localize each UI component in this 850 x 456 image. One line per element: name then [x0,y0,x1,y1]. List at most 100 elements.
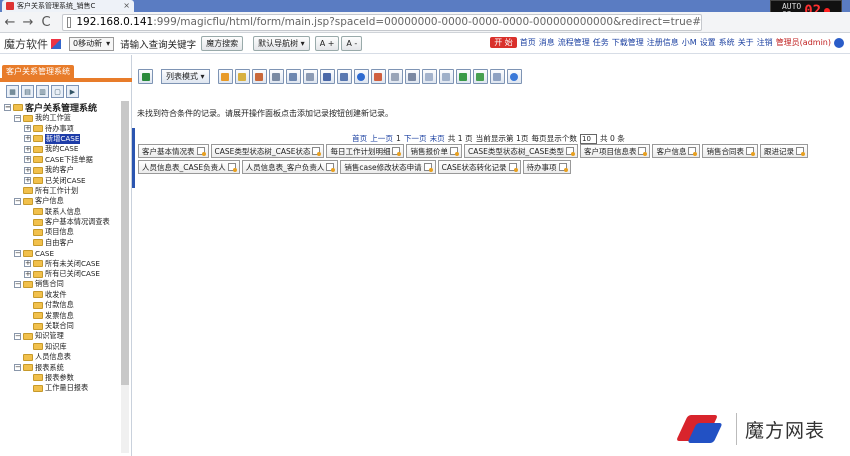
related-form-button[interactable]: 销售case修改状态申请 [340,160,436,174]
status-select[interactable]: 0移动新 ▾ [69,36,115,51]
tree-node[interactable]: − 我的工作篮 [4,113,120,123]
collapse-icon[interactable]: − [14,197,21,205]
tree-tool-icon[interactable]: ▥ [36,85,49,98]
expand-icon[interactable]: + [24,145,31,153]
tree-node[interactable]: 付款信息 [4,300,120,310]
link-settings[interactable]: 设置 [700,37,716,48]
tree-node[interactable]: 项目信息 [4,227,120,237]
tree-node[interactable]: 所有工作计划 [4,186,120,196]
grid-icon[interactable] [438,69,454,84]
window-icon[interactable] [489,69,505,84]
tree-node[interactable]: 自由客户 [4,238,120,248]
help-icon[interactable] [834,37,844,48]
add-icon[interactable] [217,69,233,84]
info-icon[interactable] [506,69,522,84]
related-form-button[interactable]: 销售报价单 [406,144,462,158]
tree-node[interactable]: 关联合同 [4,321,120,331]
filter-icon[interactable] [404,69,420,84]
link-xiaom[interactable]: 小M [682,37,697,48]
per-page-input[interactable]: 10 [580,133,598,144]
tree-node[interactable]: + CASE下挂单据 [4,155,120,165]
tree-node[interactable]: + 所有未关闭CASE [4,258,120,268]
related-form-button[interactable]: 客户信息 [652,144,701,158]
collapse-icon[interactable]: − [14,249,21,257]
related-form-button[interactable]: 每日工作计划明细 [326,144,405,158]
font-down-button[interactable]: A - [341,36,363,51]
tree-node[interactable]: + 待办事项 [4,123,120,133]
related-form-button[interactable]: 跟进记录 [759,144,808,158]
collapse-icon[interactable]: − [14,364,21,372]
pager-last[interactable]: 末页 [430,133,445,144]
start-button[interactable]: 开 始 [490,37,517,48]
tree-node[interactable]: + 已关闭CASE [4,175,120,185]
tree-node[interactable]: + 我的CASE [4,144,120,154]
tree-node[interactable]: 报表参数 [4,373,120,383]
link-tasks[interactable]: 任务 [593,37,609,48]
link-messages[interactable]: 消息 [539,37,555,48]
collapse-icon[interactable]: − [4,103,11,111]
expand-icon[interactable]: + [24,260,31,268]
tree-node[interactable]: − 报表系统 [4,362,120,372]
tree-node[interactable]: − 销售合同 [4,279,120,289]
tree-node[interactable]: 客户基本情况调查表 [4,217,120,227]
expand-icon[interactable]: + [24,270,31,278]
related-form-button[interactable]: CASE类型状态树_CASE状态 [210,144,325,158]
related-form-button[interactable]: 人员信息表_CASE负责人 [138,160,240,174]
link-about[interactable]: 关于 [738,37,754,48]
excel-icon[interactable] [138,69,153,84]
expand-icon[interactable]: + [24,125,31,133]
related-form-button[interactable]: 客户项目信息表 [579,144,651,158]
export-icon[interactable] [336,69,352,84]
copy-icon[interactable] [285,69,301,84]
tree-node[interactable]: 知识库 [4,342,120,352]
link-downloads[interactable]: 下载管理 [612,37,644,48]
tree-node[interactable]: 收发件 [4,290,120,300]
paste-icon[interactable] [302,69,318,84]
link-workflow[interactable]: 流程管理 [558,37,590,48]
tree-node[interactable]: 工作量日报表 [4,383,120,393]
tree-node[interactable]: − 知识管理 [4,331,120,341]
back-icon[interactable]: ← [2,14,18,30]
tree-node[interactable]: 发票信息 [4,310,120,320]
url-field[interactable]: 192.168.0.141 :999/magicflu/html/form/ma… [62,13,702,31]
mode-select[interactable]: 列表模式 ▾ [161,69,210,84]
tree-tool-icon[interactable]: ▦ [6,85,19,98]
link-home[interactable]: 首页 [520,37,536,48]
related-form-button[interactable]: 客户基本情况表 [138,144,209,158]
refresh-icon[interactable] [353,69,369,84]
forward-icon[interactable]: → [20,14,36,30]
link-logout[interactable]: 注销 [757,37,773,48]
font-up-button[interactable]: A + [314,36,340,51]
link-system[interactable]: 系统 [719,37,735,48]
tree-node[interactable]: + 新增CASE [4,133,120,144]
scrollbar-thumb[interactable] [121,101,129,385]
related-form-button[interactable]: CASE类型状态树_CASE类型 [463,144,578,158]
tree-tool-icon[interactable]: ▤ [21,85,34,98]
expand-icon[interactable]: + [24,156,31,164]
tree-tool-icon[interactable]: ▶ [66,85,79,98]
list-icon[interactable] [421,69,437,84]
expand-icon[interactable]: + [24,177,31,185]
reload-icon[interactable]: C [38,14,54,30]
search-hint[interactable]: 请输入查询关键字 [120,37,196,51]
related-form-button[interactable]: 人员信息表_客户负责人 [241,160,339,174]
browser-tab[interactable]: 客户关系管理系统_销售C × [2,0,134,12]
collapse-icon[interactable]: − [14,280,21,288]
print-icon[interactable] [268,69,284,84]
tree-node[interactable]: 联系人信息 [4,207,120,217]
tree-node[interactable]: − CASE [4,248,120,258]
pager-first[interactable]: 首页 [352,133,367,144]
tree-node[interactable]: + 我的客户 [4,165,120,175]
admin-user[interactable]: 管理员(admin) [776,37,831,48]
quicknav-button[interactable]: 默认导航树 ▾ [253,36,310,51]
tree-tool-icon[interactable]: ▢ [51,85,64,98]
search-button[interactable]: 魔方搜索 [201,36,244,51]
expand-icon[interactable]: + [24,135,31,143]
tree-node[interactable]: − 客户关系管理系统 [4,101,120,114]
import-icon[interactable] [370,69,386,84]
related-form-button[interactable]: 待办事项 [522,160,571,174]
flag-icon[interactable] [472,69,488,84]
tree-scrollbar[interactable] [121,101,129,453]
settings-icon[interactable] [251,69,267,84]
tree-node[interactable]: + 所有已关闭CASE [4,269,120,279]
